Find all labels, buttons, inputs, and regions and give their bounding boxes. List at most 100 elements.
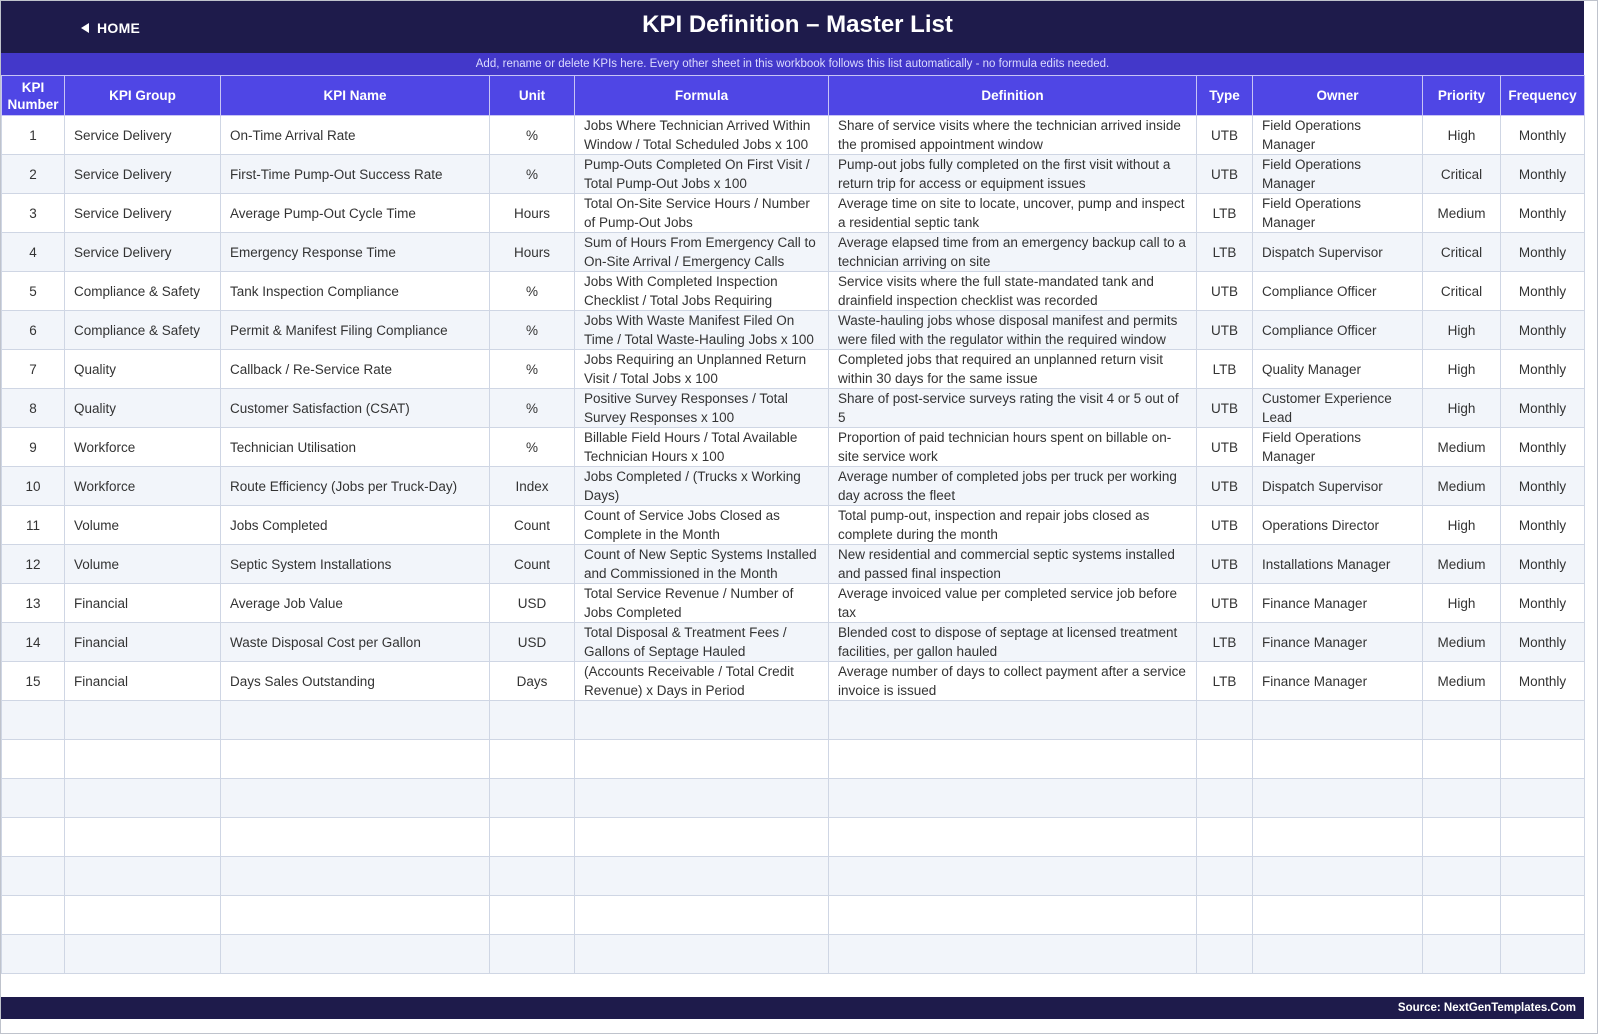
cell-kpi-group[interactable] — [64, 895, 221, 935]
cell-definition[interactable]: Average number of days to collect paymen… — [828, 661, 1197, 701]
cell-kpi-name[interactable]: Tank Inspection Compliance — [220, 271, 490, 311]
cell-frequency[interactable]: Monthly — [1500, 466, 1585, 506]
cell-type[interactable]: LTB — [1196, 622, 1253, 662]
cell-frequency[interactable]: Monthly — [1500, 193, 1585, 233]
cell-formula[interactable]: Jobs Requiring an Unplanned Return Visit… — [574, 349, 829, 389]
cell-frequency[interactable] — [1500, 895, 1585, 935]
cell-formula[interactable]: Sum of Hours From Emergency Call to On-S… — [574, 232, 829, 272]
cell-definition[interactable]: Average number of completed jobs per tru… — [828, 466, 1197, 506]
cell-frequency[interactable]: Monthly — [1500, 232, 1585, 272]
cell-unit[interactable]: % — [489, 388, 575, 428]
column-header-definition[interactable]: Definition — [828, 75, 1197, 116]
cell-definition[interactable]: New residential and commercial septic sy… — [828, 544, 1197, 584]
cell-kpi-group[interactable]: Service Delivery — [64, 193, 221, 233]
cell-frequency[interactable] — [1500, 817, 1585, 857]
cell-priority[interactable]: High — [1422, 349, 1501, 389]
cell-kpi-number[interactable]: 10 — [1, 466, 65, 506]
cell-kpi-number[interactable]: 13 — [1, 583, 65, 623]
cell-owner[interactable]: Finance Manager — [1252, 583, 1423, 623]
cell-formula[interactable] — [574, 700, 829, 740]
cell-kpi-name[interactable]: Callback / Re-Service Rate — [220, 349, 490, 389]
cell-kpi-number[interactable] — [1, 934, 65, 974]
cell-kpi-name[interactable] — [220, 700, 490, 740]
cell-frequency[interactable]: Monthly — [1500, 427, 1585, 467]
cell-unit[interactable]: Index — [489, 466, 575, 506]
column-header-owner[interactable]: Owner — [1252, 75, 1423, 116]
cell-kpi-group[interactable]: Service Delivery — [64, 154, 221, 194]
cell-owner[interactable]: Finance Manager — [1252, 661, 1423, 701]
column-header-type[interactable]: Type — [1196, 75, 1253, 116]
cell-kpi-group[interactable] — [64, 817, 221, 857]
cell-owner[interactable]: Dispatch Supervisor — [1252, 232, 1423, 272]
cell-type[interactable]: LTB — [1196, 232, 1253, 272]
cell-kpi-group[interactable]: Service Delivery — [64, 232, 221, 272]
column-header-kpi-number[interactable]: KPI Number — [1, 75, 65, 116]
cell-priority[interactable]: High — [1422, 310, 1501, 350]
cell-frequency[interactable]: Monthly — [1500, 388, 1585, 428]
cell-frequency[interactable] — [1500, 934, 1585, 974]
cell-kpi-number[interactable]: 2 — [1, 154, 65, 194]
cell-owner[interactable]: Finance Manager — [1252, 622, 1423, 662]
cell-kpi-number[interactable] — [1, 739, 65, 779]
cell-unit[interactable]: Hours — [489, 193, 575, 233]
cell-type[interactable] — [1196, 817, 1253, 857]
cell-type[interactable]: UTB — [1196, 427, 1253, 467]
cell-definition[interactable] — [828, 700, 1197, 740]
cell-owner[interactable] — [1252, 895, 1423, 935]
cell-type[interactable]: UTB — [1196, 271, 1253, 311]
cell-kpi-number[interactable] — [1, 856, 65, 896]
cell-owner[interactable] — [1252, 934, 1423, 974]
cell-kpi-number[interactable]: 1 — [1, 115, 65, 155]
cell-kpi-number[interactable]: 15 — [1, 661, 65, 701]
cell-priority[interactable]: High — [1422, 115, 1501, 155]
cell-type[interactable]: LTB — [1196, 661, 1253, 701]
cell-kpi-number[interactable]: 4 — [1, 232, 65, 272]
cell-kpi-number[interactable]: 7 — [1, 349, 65, 389]
cell-formula[interactable]: Count of Service Jobs Closed as Complete… — [574, 505, 829, 545]
cell-definition[interactable]: Total pump-out, inspection and repair jo… — [828, 505, 1197, 545]
cell-unit[interactable]: USD — [489, 583, 575, 623]
cell-priority[interactable]: Medium — [1422, 427, 1501, 467]
cell-owner[interactable] — [1252, 700, 1423, 740]
cell-unit[interactable] — [489, 739, 575, 779]
cell-unit[interactable]: % — [489, 154, 575, 194]
cell-kpi-name[interactable] — [220, 739, 490, 779]
cell-definition[interactable]: Completed jobs that required an unplanne… — [828, 349, 1197, 389]
cell-unit[interactable] — [489, 700, 575, 740]
cell-kpi-name[interactable] — [220, 895, 490, 935]
cell-formula[interactable] — [574, 895, 829, 935]
cell-definition[interactable] — [828, 778, 1197, 818]
cell-priority[interactable] — [1422, 934, 1501, 974]
cell-kpi-number[interactable]: 14 — [1, 622, 65, 662]
cell-formula[interactable]: Total Disposal & Treatment Fees / Gallon… — [574, 622, 829, 662]
cell-unit[interactable]: Hours — [489, 232, 575, 272]
cell-kpi-group[interactable]: Workforce — [64, 427, 221, 467]
cell-kpi-group[interactable]: Compliance & Safety — [64, 310, 221, 350]
cell-formula[interactable] — [574, 817, 829, 857]
column-header-unit[interactable]: Unit — [489, 75, 575, 116]
cell-kpi-name[interactable]: Septic System Installations — [220, 544, 490, 584]
cell-unit[interactable] — [489, 817, 575, 857]
cell-type[interactable]: UTB — [1196, 388, 1253, 428]
column-header-formula[interactable]: Formula — [574, 75, 829, 116]
cell-priority[interactable]: Critical — [1422, 271, 1501, 311]
cell-kpi-name[interactable]: Technician Utilisation — [220, 427, 490, 467]
cell-formula[interactable] — [574, 739, 829, 779]
cell-kpi-name[interactable]: Permit & Manifest Filing Compliance — [220, 310, 490, 350]
cell-frequency[interactable]: Monthly — [1500, 349, 1585, 389]
cell-unit[interactable]: % — [489, 310, 575, 350]
cell-owner[interactable]: Customer Experience Lead — [1252, 388, 1423, 428]
cell-unit[interactable] — [489, 778, 575, 818]
cell-priority[interactable]: Critical — [1422, 154, 1501, 194]
cell-unit[interactable]: Days — [489, 661, 575, 701]
cell-type[interactable]: UTB — [1196, 154, 1253, 194]
cell-owner[interactable]: Field Operations Manager — [1252, 193, 1423, 233]
cell-kpi-group[interactable] — [64, 856, 221, 896]
cell-definition[interactable]: Share of service visits where the techni… — [828, 115, 1197, 155]
cell-priority[interactable]: Medium — [1422, 544, 1501, 584]
cell-kpi-group[interactable] — [64, 739, 221, 779]
cell-formula[interactable] — [574, 778, 829, 818]
cell-frequency[interactable]: Monthly — [1500, 661, 1585, 701]
cell-priority[interactable]: High — [1422, 583, 1501, 623]
cell-kpi-name[interactable]: Waste Disposal Cost per Gallon — [220, 622, 490, 662]
